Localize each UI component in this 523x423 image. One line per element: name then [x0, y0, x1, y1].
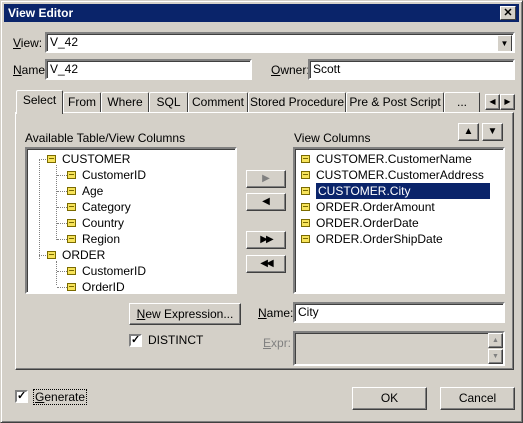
chevron-down-icon[interactable]: ▼	[497, 35, 512, 51]
tab-scroll-left-button[interactable]: ◀	[485, 94, 500, 110]
view-combo[interactable]: V_42 ▼	[45, 32, 515, 53]
tree-column-category[interactable]: Category	[67, 199, 131, 215]
move-up-button[interactable]: ▲	[458, 123, 479, 141]
column-icon	[67, 202, 76, 211]
tree-column-orderid[interactable]: OrderID	[67, 279, 125, 292]
tab-comment[interactable]: Comment	[188, 92, 248, 112]
name-input[interactable]: V_42	[45, 59, 252, 80]
column-icon	[301, 170, 310, 179]
title-bar[interactable]: View Editor ✕	[4, 4, 519, 22]
tab-pre-post-script[interactable]: Pre & Post Script	[346, 92, 444, 112]
column-icon	[67, 186, 76, 195]
column-icon	[301, 186, 310, 195]
view-columns-label: View Columns	[294, 131, 371, 145]
column-icon	[67, 266, 76, 275]
expr-scroll-up-button[interactable]: ▲	[488, 333, 503, 348]
column-icon	[67, 170, 76, 179]
tree-node-order[interactable]: ORDER	[47, 247, 105, 263]
view-value: V_42	[50, 35, 79, 49]
list-item[interactable]: CUSTOMER.CustomerAddress	[301, 167, 484, 183]
column-icon	[301, 234, 310, 243]
add-column-button[interactable]: ▶	[246, 170, 286, 188]
view-columns-list[interactable]: CUSTOMER.CustomerName CUSTOMER.CustomerA…	[293, 147, 505, 294]
tree-node-customer[interactable]: CUSTOMER	[47, 151, 130, 167]
tab-more[interactable]: ...	[444, 92, 480, 112]
list-item[interactable]: ORDER.OrderDate	[301, 215, 419, 231]
list-item[interactable]: CUSTOMER.CustomerName	[301, 151, 472, 167]
list-item[interactable]: ORDER.OrderShipDate	[301, 231, 443, 247]
generate-checkbox[interactable]: ✓	[15, 390, 28, 403]
expr-label: Expr:	[263, 336, 292, 350]
view-editor-window: View Editor ✕ View: V_42 ▼ Name: V_42 Ow…	[0, 0, 523, 423]
tab-from[interactable]: From	[63, 92, 101, 112]
generate-label: Generate	[33, 389, 88, 405]
view-label: View:	[13, 36, 43, 50]
tree-column-customerid[interactable]: CustomerID	[67, 167, 146, 183]
window-title: View Editor	[8, 6, 74, 20]
distinct-label: DISTINCT	[148, 333, 204, 347]
remove-all-columns-button[interactable]: ◀◀	[246, 255, 286, 273]
distinct-checkbox[interactable]: ✓	[129, 334, 142, 347]
new-expression-button[interactable]: New Expression...	[129, 303, 241, 325]
tree-column-region[interactable]: Region	[67, 231, 120, 247]
add-all-columns-button[interactable]: ▶▶	[246, 231, 286, 249]
list-item[interactable]: ORDER.OrderAmount	[301, 199, 435, 215]
column-icon	[301, 154, 310, 163]
tree-column-age[interactable]: Age	[67, 183, 103, 199]
tab-sql[interactable]: SQL	[149, 92, 188, 112]
tab-stored-procedure[interactable]: Stored Procedure	[248, 92, 346, 112]
available-columns-tree[interactable]: CUSTOMER CustomerID Age Category Country…	[25, 147, 237, 294]
expr-textarea[interactable]	[293, 331, 505, 366]
close-button[interactable]: ✕	[500, 6, 516, 20]
table-icon	[47, 154, 56, 163]
ok-button[interactable]: OK	[352, 387, 427, 410]
move-down-button[interactable]: ▼	[482, 123, 503, 141]
list-item-selected[interactable]: CUSTOMER.City	[301, 183, 490, 199]
name-label: Name:	[13, 63, 49, 77]
available-columns-label: Available Table/View Columns	[25, 131, 186, 145]
remove-column-button[interactable]: ◀	[246, 193, 286, 211]
tab-select[interactable]: Select	[16, 90, 63, 114]
tab-where[interactable]: Where	[101, 92, 149, 112]
column-icon	[67, 218, 76, 227]
column-name-input[interactable]: City	[293, 302, 505, 323]
column-icon	[301, 218, 310, 227]
owner-label: Owner:	[271, 63, 310, 77]
expr-scroll-down-button[interactable]: ▼	[488, 349, 503, 364]
owner-input[interactable]: Scott	[308, 59, 515, 80]
table-icon	[47, 250, 56, 259]
tree-column-order-customerid[interactable]: CustomerID	[67, 263, 146, 279]
column-icon	[67, 234, 76, 243]
column-icon	[301, 202, 310, 211]
tree-column-country[interactable]: Country	[67, 215, 124, 231]
tab-scroll-right-button[interactable]: ▶	[500, 94, 515, 110]
cancel-button[interactable]: Cancel	[440, 387, 515, 410]
column-name-label: Name:	[258, 306, 294, 320]
column-icon	[67, 282, 76, 291]
